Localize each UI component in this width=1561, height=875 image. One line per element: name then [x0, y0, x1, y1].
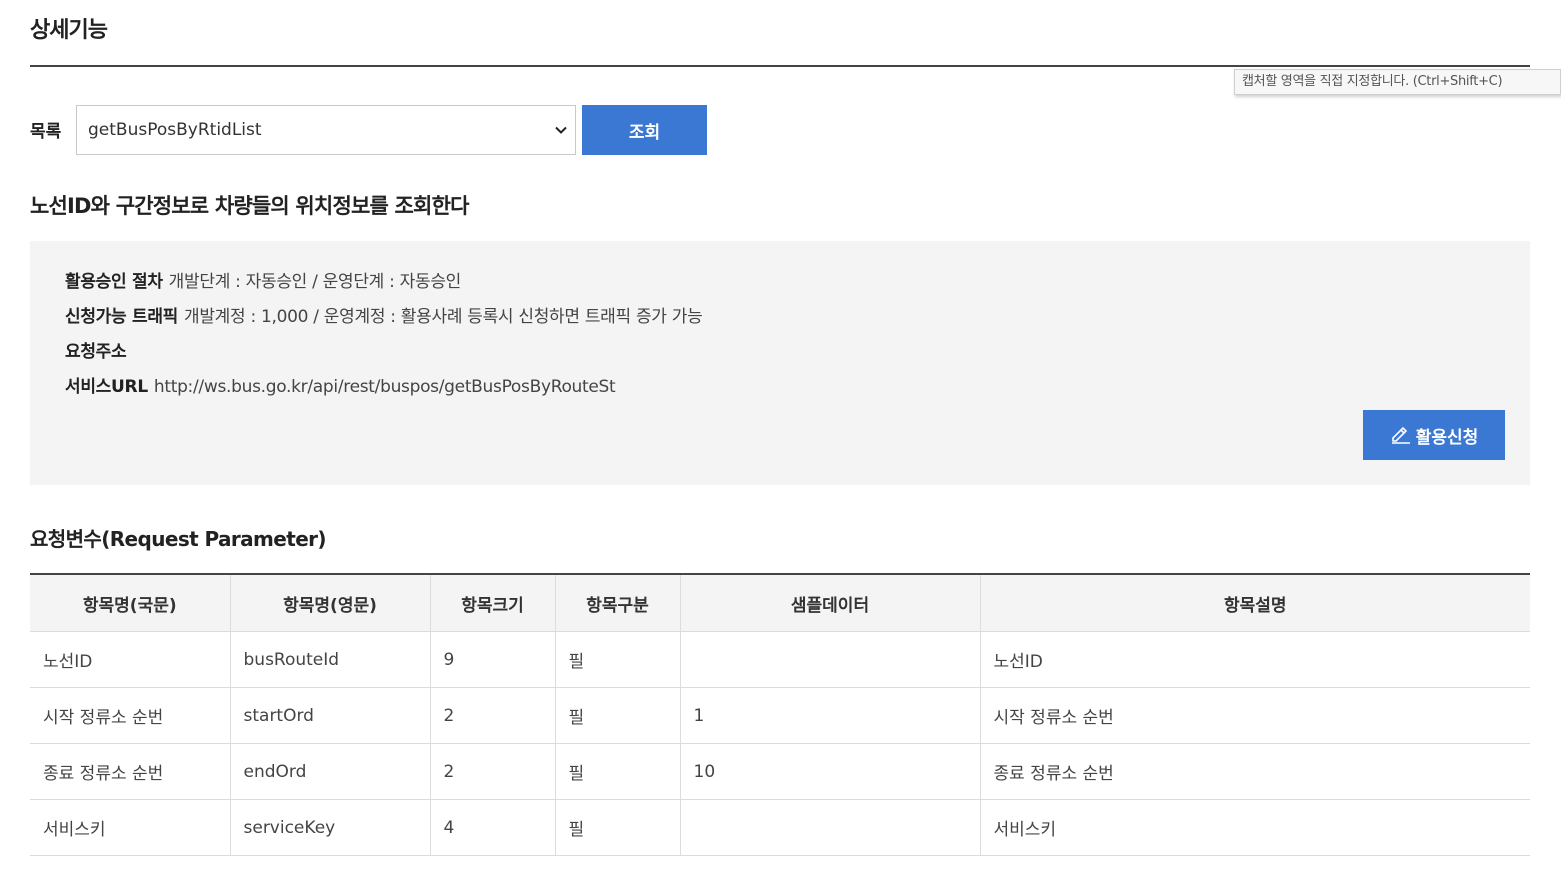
cell-name-kr: 종료 정류소 순번: [30, 743, 231, 800]
cell-type: 필: [555, 687, 681, 744]
table-row: 시작 정류소 순번 startOrd 2 필 1 시작 정류소 순번: [30, 687, 1530, 744]
cell-name-en: busRouteId: [230, 631, 431, 688]
cell-name-kr: 시작 정류소 순번: [30, 687, 231, 744]
approval-label: 활용승인 절차: [65, 272, 163, 292]
request-parameter-heading: 요청변수(Request Parameter): [30, 527, 327, 551]
cell-name-en: startOrd: [230, 687, 431, 744]
table-header-row: 항목명(국문) 항목명(영문) 항목크기 항목구분 샘플데이터 항목설명: [30, 574, 1530, 632]
cell-sample: 10: [680, 743, 981, 800]
pencil-icon: [1391, 427, 1410, 444]
request-parameter-table: 항목명(국문) 항목명(영문) 항목크기 항목구분 샘플데이터 항목설명 노선I…: [30, 573, 1530, 856]
capture-tooltip: 캡처할 영역을 직접 지정합니다. (Ctrl+Shift+C): [1234, 69, 1561, 95]
title-divider: [30, 65, 1530, 67]
header-sample: 샘플데이터: [680, 574, 981, 632]
traffic-value: 개발계정 : 1,000 / 운영계정 : 활용사례 등록시 신청하면 트래픽 …: [184, 307, 703, 327]
cell-sample: 1: [680, 687, 981, 744]
cell-name-kr: 서비스키: [30, 799, 231, 856]
header-description: 항목설명: [980, 574, 1530, 632]
request-address-row: 요청주소: [65, 337, 132, 362]
service-url-value: http://ws.bus.go.kr/api/rest/buspos/getB…: [153, 377, 616, 397]
traffic-label: 신청가능 트래픽: [65, 307, 178, 327]
approval-row: 활용승인 절차 개발단계 : 자동승인 / 운영단계 : 자동승인: [65, 267, 461, 292]
header-name-kr: 항목명(국문): [30, 574, 231, 632]
cell-type: 필: [555, 799, 681, 856]
page-title: 상세기능: [30, 18, 108, 43]
service-url-row: 서비스URL http://ws.bus.go.kr/api/rest/buspo…: [65, 372, 616, 397]
cell-name-kr: 노선ID: [30, 631, 231, 688]
header-size: 항목크기: [430, 574, 556, 632]
cell-description: 종료 정류소 순번: [980, 743, 1530, 800]
cell-size: 2: [430, 743, 556, 800]
list-label: 목록: [30, 122, 62, 142]
cell-sample: [680, 799, 981, 856]
chevron-down-icon: [555, 126, 567, 134]
table-row: 서비스키 serviceKey 4 필 서비스키: [30, 799, 1530, 856]
cell-name-en: endOrd: [230, 743, 431, 800]
info-box: 활용승인 절차 개발단계 : 자동승인 / 운영단계 : 자동승인 신청가능 트래…: [30, 241, 1530, 485]
operation-select-value: getBusPosByRtidList: [88, 120, 262, 140]
table-row: 노선ID busRouteId 9 필 노선ID: [30, 631, 1530, 688]
cell-size: 4: [430, 799, 556, 856]
cell-description: 노선ID: [980, 631, 1530, 688]
cell-size: 9: [430, 631, 556, 688]
cell-name-en: serviceKey: [230, 799, 431, 856]
operation-description: 노선ID와 구간정보로 차량들의 위치정보를 조회한다: [30, 194, 469, 218]
header-type: 항목구분: [555, 574, 681, 632]
table-row: 종료 정류소 순번 endOrd 2 필 10 종료 정류소 순번: [30, 743, 1530, 800]
cell-sample: [680, 631, 981, 688]
apply-button-label: 활용신청: [1415, 427, 1479, 448]
cell-description: 서비스키: [980, 799, 1530, 856]
cell-type: 필: [555, 743, 681, 800]
operation-select[interactable]: getBusPosByRtidList: [76, 105, 576, 155]
approval-value: 개발단계 : 자동승인 / 운영단계 : 자동승인: [168, 272, 462, 292]
cell-description: 시작 정류소 순번: [980, 687, 1530, 744]
header-name-en: 항목명(영문): [230, 574, 431, 632]
cell-type: 필: [555, 631, 681, 688]
traffic-row: 신청가능 트래픽 개발계정 : 1,000 / 운영계정 : 활용사례 등록시 신…: [65, 302, 703, 327]
service-url-label: 서비스URL: [65, 377, 148, 397]
cell-size: 2: [430, 687, 556, 744]
query-button[interactable]: 조회: [582, 105, 707, 155]
apply-button[interactable]: 활용신청: [1363, 410, 1505, 460]
request-address-label: 요청주소: [65, 342, 127, 362]
